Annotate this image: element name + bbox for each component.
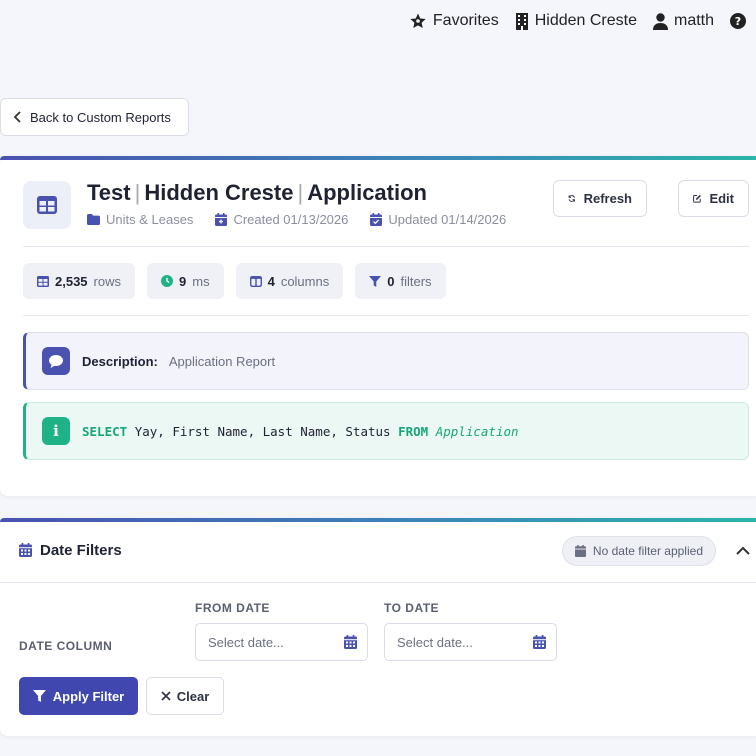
description-value: Application Report (168, 353, 276, 369)
report-meta: Units & Leases Created 01/13/2026 Update… (87, 212, 506, 227)
date-filters-header[interactable]: Date Filters No date filter applied (19, 534, 756, 566)
rows-label: rows (93, 273, 121, 289)
badge-label: No date filter applied (592, 544, 703, 558)
sql-select-keyword: SELECT (82, 423, 128, 439)
sql-columns: Yay, First Name, Last Name, Status (134, 423, 391, 439)
calendar-icon (19, 543, 32, 557)
user-menu[interactable]: matth (652, 12, 714, 30)
to-date-input[interactable]: Select date... (384, 623, 557, 661)
back-to-reports-button[interactable]: Back to Custom Reports (0, 98, 189, 136)
comment-icon (49, 354, 63, 368)
to-date-label: TO DATE (384, 601, 440, 615)
report-updated: Updated 01/14/2026 (370, 212, 506, 227)
description-tile (42, 347, 70, 375)
report-stats: 2,535 rows 9 ms 4 columns 0 filters (23, 263, 446, 299)
info-icon: i (42, 417, 70, 445)
rows-count: 2,535 (55, 273, 88, 289)
page-title: Test | Hidden Creste | Application (87, 180, 427, 206)
calendar-icon (344, 635, 357, 649)
from-date-placeholder: Select date... (208, 634, 284, 650)
folder-icon (87, 214, 100, 225)
table-icon (37, 196, 57, 214)
columns-count: 4 (267, 273, 275, 289)
user-icon (652, 12, 668, 30)
status-badge: No date filter applied (561, 536, 716, 566)
help-icon: ? (730, 13, 746, 29)
sql-table: Application (435, 423, 519, 439)
stats-divider (23, 315, 749, 316)
property-selector[interactable]: Hidden Creste (515, 12, 637, 30)
date-column-label: DATE COLUMN (19, 639, 113, 653)
date-filters-title: Date Filters (19, 542, 122, 559)
filters-count: 0 (387, 273, 395, 289)
filters-label: filters (400, 273, 432, 289)
to-date-placeholder: Select date... (397, 634, 473, 650)
edit-icon (693, 194, 701, 203)
table-icon (37, 275, 49, 287)
stat-columns: 4 columns (235, 263, 344, 299)
refresh-icon (568, 195, 575, 202)
report-category: Units & Leases (87, 212, 193, 227)
report-type-tile (23, 181, 71, 229)
header-divider (23, 246, 749, 247)
description-label: Description: (82, 353, 158, 369)
apply-filter-button[interactable]: Apply Filter (19, 677, 138, 715)
back-label: Back to Custom Reports (30, 109, 171, 125)
apply-filter-label: Apply Filter (52, 688, 125, 704)
calendar-icon (533, 635, 546, 649)
clock-icon (161, 275, 173, 287)
stat-time: 9 ms (147, 263, 224, 299)
title-separator: | (297, 180, 304, 205)
help-button[interactable]: ? (730, 13, 746, 29)
calendar-plus-icon (215, 213, 228, 226)
property-name: Hidden Creste (534, 12, 637, 29)
star-icon (410, 13, 426, 29)
stat-rows: 2,535 rows (23, 263, 135, 299)
time-unit: ms (192, 273, 210, 289)
clear-button[interactable]: Clear (146, 677, 224, 715)
title-part-property: Hidden Creste (144, 180, 294, 205)
report-header: Test | Hidden Creste | Application Units & L… (23, 180, 749, 246)
chevron-left-icon (13, 111, 21, 123)
report-created: Created 01/13/2026 (215, 212, 348, 227)
title-part-name: Test (87, 180, 131, 205)
refresh-label: Refresh (583, 191, 632, 206)
stat-filters: 0 filters (355, 263, 446, 299)
columns-label: columns (280, 273, 330, 289)
category-label: Units & Leases (106, 212, 194, 227)
svg-text:?: ? (735, 15, 741, 28)
sql-from-keyword: FROM (398, 423, 429, 439)
date-filters-card: Date Filters No date filter applied FROM… (0, 518, 756, 736)
sql-query-box: i SELECT Yay, First Name, Last Name, Sta… (23, 402, 749, 460)
favorites-link[interactable]: Favorites (409, 12, 499, 30)
title-part-source: Application (307, 180, 427, 205)
calendar-icon (574, 545, 586, 557)
sql-query: SELECT Yay, First Name, Last Name, Statu… (82, 424, 519, 439)
time-value: 9 (179, 273, 187, 289)
description-box: Description: Application Report (23, 332, 749, 390)
edit-button[interactable]: Edit (678, 180, 749, 217)
filter-icon (369, 275, 382, 287)
calendar-check-icon (370, 213, 383, 226)
filter-divider (0, 582, 756, 583)
building-icon (515, 12, 528, 30)
date-filters-heading: Date Filters (40, 541, 122, 559)
edit-label: Edit (709, 191, 734, 206)
from-date-label: FROM DATE (195, 601, 270, 615)
filter-icon (32, 690, 46, 702)
username: matth (673, 12, 714, 29)
columns-icon (249, 275, 262, 287)
title-separator: | (134, 180, 141, 205)
top-navbar: Favorites Hidden Creste matth ? (409, 12, 746, 30)
chevron-up-icon (736, 546, 750, 555)
created-date: Created 01/13/2026 (233, 212, 349, 227)
favorites-label: Favorites (432, 12, 499, 29)
from-date-input[interactable]: Select date... (195, 623, 368, 661)
clear-label: Clear (176, 688, 210, 704)
report-card: Test | Hidden Creste | Application Units & L… (0, 156, 756, 496)
updated-date: Updated 01/14/2026 (388, 212, 507, 227)
refresh-button[interactable]: Refresh (553, 180, 647, 217)
collapse-toggle[interactable] (736, 542, 750, 560)
close-icon (161, 691, 171, 701)
